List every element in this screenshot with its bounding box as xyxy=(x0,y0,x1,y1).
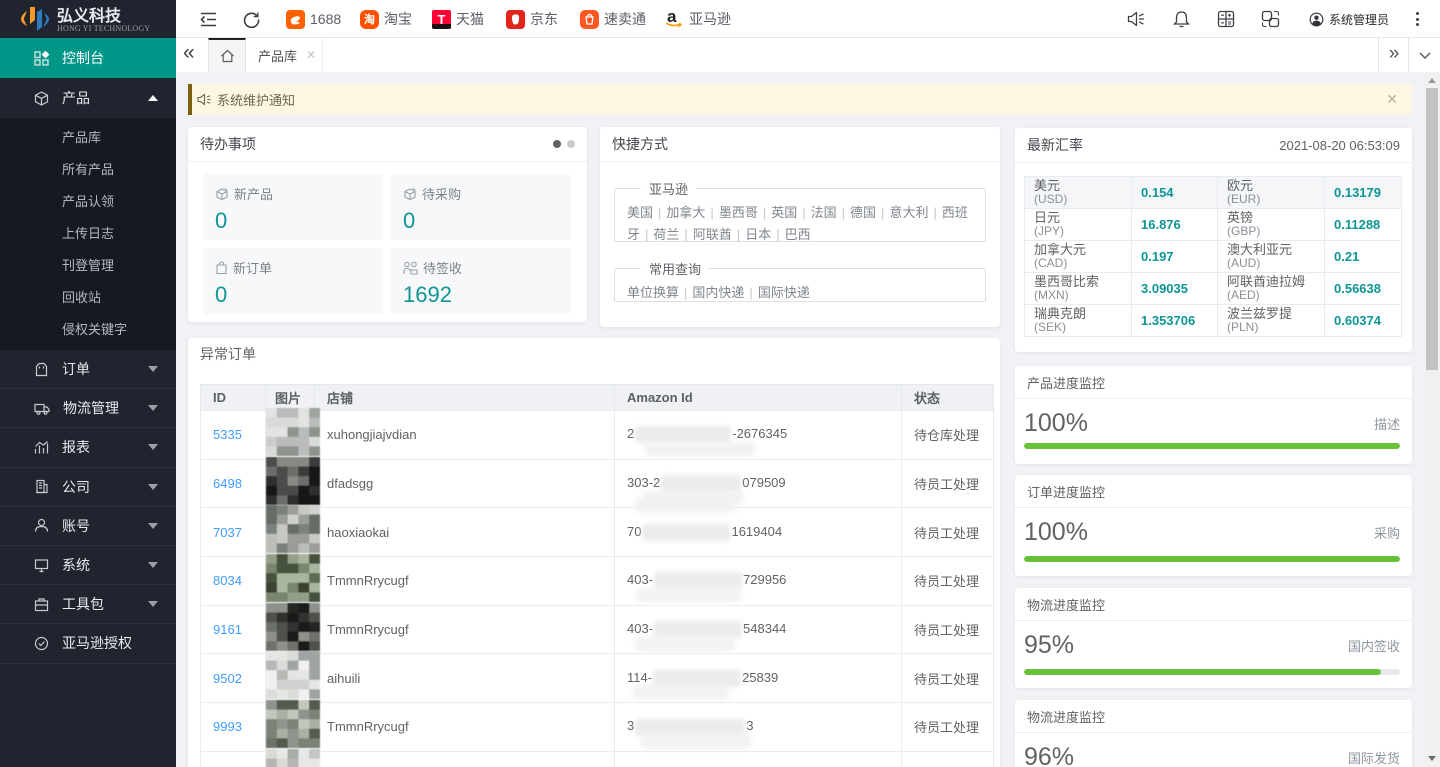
svg-text:弘义科技: 弘义科技 xyxy=(57,6,122,25)
svg-text:HONG YI TECHNOLOGY: HONG YI TECHNOLOGY xyxy=(57,24,150,33)
